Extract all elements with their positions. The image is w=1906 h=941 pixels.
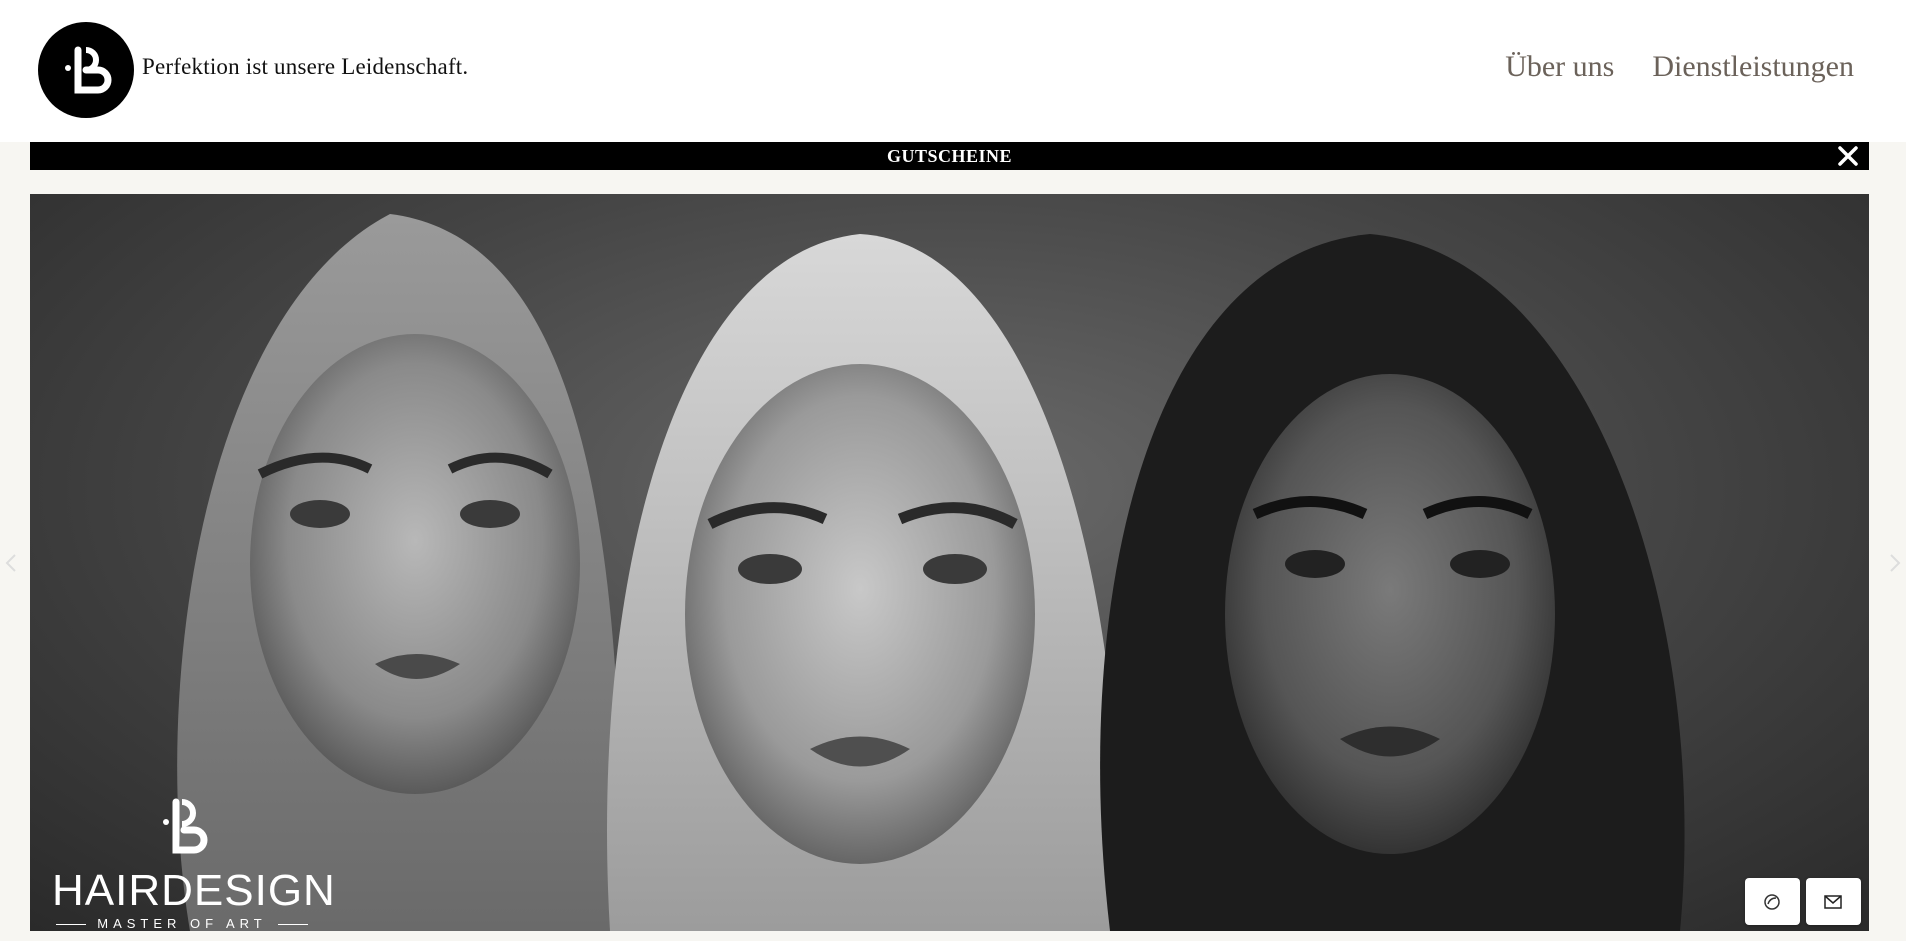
site-header: Perfektion ist unsere Leidenschaft. Über… [0, 0, 1906, 142]
banner-close-button[interactable] [1835, 143, 1861, 169]
slider-next-arrow[interactable] [1888, 553, 1902, 573]
brand-name: HAIRDESIGN [52, 866, 336, 915]
pb-monogram-icon [163, 798, 208, 854]
nav-link-ueber-uns[interactable]: Über uns [1505, 50, 1614, 84]
brand-divider-right [278, 924, 308, 925]
mail-button[interactable] [1806, 878, 1861, 925]
banner-text[interactable]: GUTSCHEINE [30, 146, 1869, 167]
phone-button[interactable] [1745, 878, 1800, 925]
nav-link-dienstleistungen[interactable]: Dienstleistungen [1652, 50, 1854, 84]
brand-subtitle: MASTER OF ART [97, 916, 267, 931]
voucher-banner[interactable]: GUTSCHEINE [30, 142, 1869, 170]
pb-monogram-icon [65, 46, 112, 94]
close-icon [1838, 146, 1858, 166]
main-nav: Über uns Dienstleistungen [1505, 50, 1854, 84]
hairdesign-logo: HAIRDESIGN MASTER OF ART [52, 794, 336, 931]
phone-icon [1764, 894, 1780, 910]
logo[interactable] [38, 22, 134, 118]
slider-prev-arrow[interactable] [4, 553, 18, 573]
hero-image: HAIRDESIGN MASTER OF ART [30, 194, 1869, 931]
mail-icon [1824, 895, 1842, 909]
site-tagline: Perfektion ist unsere Leidenschaft. [142, 54, 469, 79]
